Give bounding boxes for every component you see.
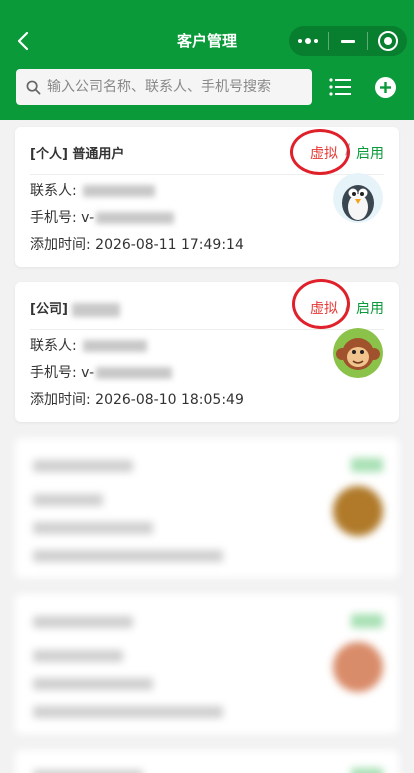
phone-row: 手机号: v- [30, 207, 175, 227]
customer-card[interactable]: [公司] 虚拟 / 启用 联系人: 手机号: v- 添加时间: 2026-08-… [15, 279, 399, 422]
contact-label: 联系人: [30, 338, 77, 354]
more-dots-icon [298, 38, 319, 44]
phone-value: v- [81, 365, 95, 381]
more-button[interactable] [289, 26, 328, 56]
top-bar: 客户管理 [0, 0, 414, 120]
add-icon [380, 82, 391, 93]
status-separator: / [345, 297, 350, 313]
contact-value-redacted [83, 340, 148, 352]
mini-program-capsule [289, 26, 407, 56]
target-icon [377, 31, 398, 51]
blurred-list-region [0, 432, 414, 773]
customer-card-blurred [15, 438, 399, 578]
customer-title: [个人] 普通用户 [30, 147, 125, 162]
search-box[interactable] [16, 69, 312, 105]
added-time-label: 添加时间: [30, 237, 91, 253]
customer-card-blurred [15, 594, 399, 734]
added-time-value: 2026-08-11 17:49:14 [95, 237, 244, 253]
search-icon [26, 80, 41, 94]
added-time-value: 2026-08-10 18:05:49 [95, 392, 244, 408]
minimize-icon [341, 39, 355, 43]
contact-row: 联系人: [30, 180, 156, 200]
virtual-toggle[interactable]: 虚拟 [310, 298, 338, 318]
add-button[interactable] [375, 77, 396, 98]
enable-toggle[interactable]: 启用 [356, 298, 384, 318]
phone-label: 手机号: [30, 210, 77, 226]
phone-label: 手机号: [30, 365, 77, 381]
customer-title-text: [公司] [30, 302, 68, 317]
enable-toggle[interactable]: 启用 [356, 143, 384, 163]
contact-row: 联系人: [30, 335, 148, 355]
virtual-toggle[interactable]: 虚拟 [310, 143, 338, 163]
phone-value-redacted [96, 212, 175, 224]
phone-value-redacted [96, 367, 173, 379]
close-button[interactable] [368, 26, 407, 56]
search-input[interactable] [47, 79, 297, 95]
phone-row: 手机号: v- [30, 362, 173, 382]
added-time-row: 添加时间: 2026-08-10 18:05:49 [30, 389, 244, 409]
company-name-redacted [71, 302, 120, 317]
contact-label: 联系人: [30, 183, 77, 199]
penguin-avatar [333, 173, 383, 223]
added-time-row: 添加时间: 2026-08-11 17:49:14 [30, 234, 244, 254]
status-separator: / [345, 142, 350, 158]
customer-title: [公司] [30, 298, 120, 317]
phone-value: v- [81, 210, 95, 226]
contact-value-redacted [83, 185, 156, 197]
customer-card-blurred [15, 750, 399, 773]
customer-card[interactable]: [个人] 普通用户 虚拟 / 启用 联系人: 手机号: v- 添加时间: 202… [15, 127, 399, 267]
added-time-label: 添加时间: [30, 392, 91, 408]
minimize-button[interactable] [329, 26, 368, 56]
monkey-avatar [333, 328, 383, 378]
list-icon[interactable] [328, 76, 352, 98]
